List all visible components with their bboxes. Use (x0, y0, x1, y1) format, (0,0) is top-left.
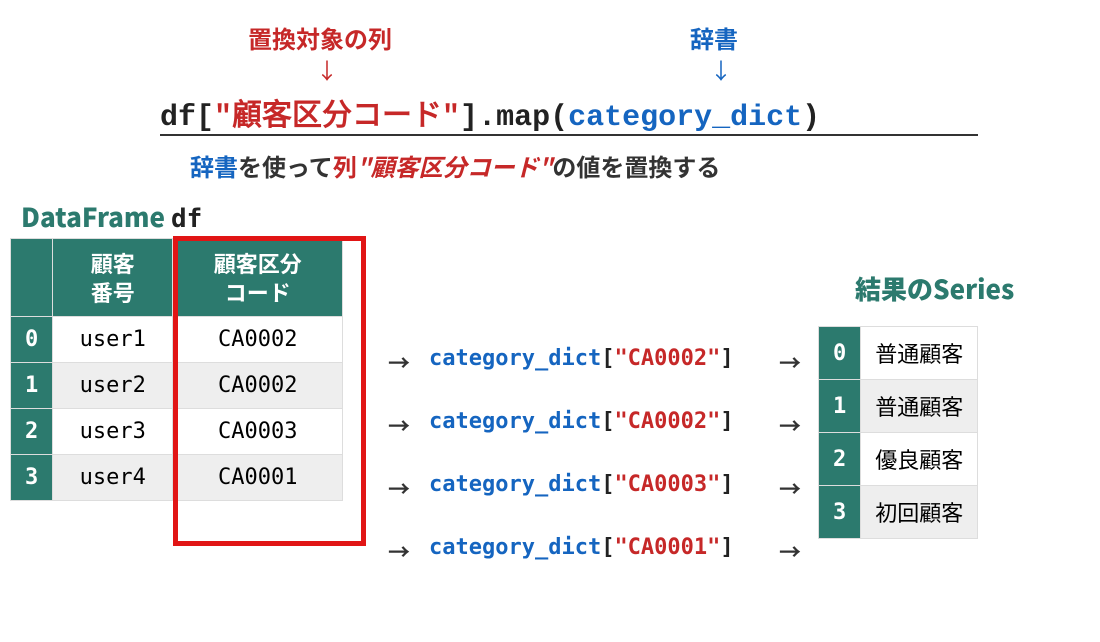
dict-lookup-3: category_dict["CA0001"] (429, 535, 734, 560)
annotation-dict-label: 辞書 (690, 20, 738, 55)
table-row: 3 user4 CA0001 (11, 455, 343, 501)
arrow-down-blue: ↓ (710, 54, 732, 86)
table-row: 1 普通顧客 (819, 380, 978, 433)
table-row: 2 user3 CA0003 (11, 409, 343, 455)
arrow-right: → (779, 535, 801, 567)
dataframe-index-corner (11, 239, 53, 317)
dataframe-label: DataFrame df (21, 198, 202, 235)
table-row: 0 普通顧客 (819, 327, 978, 380)
dataframe-table: 顧客番号 顧客区分コード 0 user1 CA0002 1 user2 CA00… (10, 238, 343, 501)
code-column: "顧客区分コード" (214, 101, 460, 135)
arrow-right: → (779, 346, 801, 378)
dataframe-col-header-1: 顧客区分コード (173, 239, 343, 317)
annotation-column-label: 置換対象の列 (248, 20, 392, 55)
arrow-right: → (779, 472, 801, 504)
arrow-right: → (388, 346, 410, 378)
code-map: .map (478, 101, 550, 135)
dict-lookup-2: category_dict["CA0003"] (429, 472, 734, 497)
code-dict: category_dict (568, 101, 802, 135)
code-underline (160, 134, 978, 136)
arrow-right: → (388, 409, 410, 441)
arrow-right: → (779, 409, 801, 441)
arrow-right: → (388, 535, 410, 567)
table-row: 0 user1 CA0002 (11, 317, 343, 363)
table-row: 1 user2 CA0002 (11, 363, 343, 409)
table-row: 2 優良顧客 (819, 433, 978, 486)
arrow-down-red: ↓ (316, 54, 338, 86)
dict-lookup-0: category_dict["CA0002"] (429, 346, 734, 371)
code-description: 辞書を使って列"顧客区分コード"の値を置換する (190, 148, 720, 183)
code-expression: df["顧客区分コード"].map(category_dict) (160, 90, 820, 135)
diagram-canvas: 置換対象の列 辞書 ↓ ↓ df["顧客区分コード"].map(category… (0, 0, 1100, 642)
result-series-table: 0 普通顧客 1 普通顧客 2 優良顧客 3 初回顧客 (818, 326, 978, 539)
code-df: df (160, 101, 196, 135)
arrow-right: → (388, 472, 410, 504)
dataframe-col-header-0: 顧客番号 (53, 239, 173, 317)
dict-lookup-1: category_dict["CA0002"] (429, 409, 734, 434)
result-series-title: 結果のSeries (855, 270, 1014, 307)
table-row: 3 初回顧客 (819, 486, 978, 539)
